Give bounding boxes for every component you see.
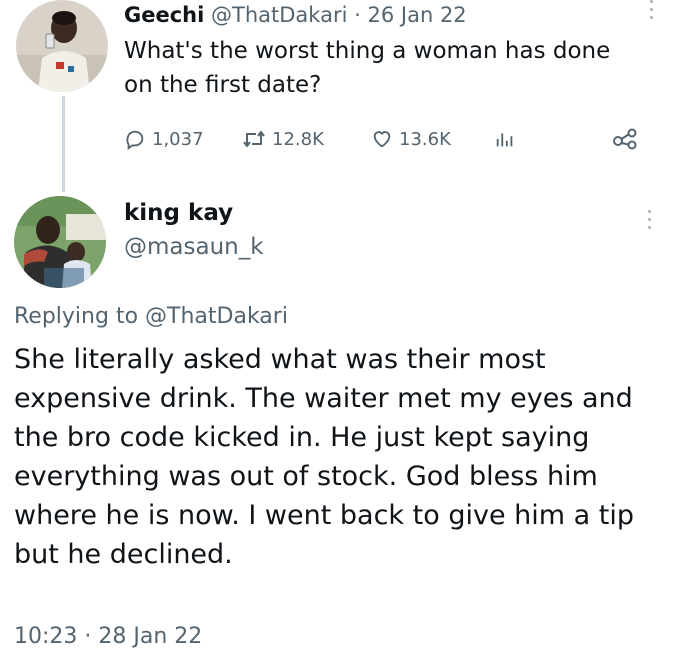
tweet-timestamp[interactable]: 10:23 · 28 Jan 22: [14, 622, 202, 652]
handle[interactable]: @masaun_k: [124, 232, 264, 262]
views-icon: [494, 128, 516, 150]
more-icon[interactable]: [648, 210, 654, 229]
reply-text: She literally asked what was their most …: [14, 344, 634, 570]
retweet-count: 12.8K: [272, 128, 324, 150]
thread-connector-line: [62, 96, 65, 192]
display-name[interactable]: king kay: [124, 198, 233, 228]
retweet-icon: [242, 128, 266, 150]
replying-prefix: Replying to: [14, 304, 139, 329]
tweet-time: 10:23: [14, 624, 78, 649]
reply-icon: [124, 128, 146, 150]
tweet-text: What's the worst thing a woman has done …: [124, 38, 611, 98]
tweet-header: Geechi @ThatDakari · 26 Jan 22: [124, 2, 467, 28]
separator: ·: [354, 3, 361, 27]
separator: ·: [84, 624, 92, 649]
like-icon: [371, 128, 393, 150]
display-name[interactable]: Geechi: [124, 3, 204, 27]
views-button[interactable]: [494, 124, 516, 154]
tweet-actions: 1,037 12.8K 13.6K: [124, 124, 664, 154]
retweet-button[interactable]: 12.8K: [242, 124, 324, 154]
avatar-king-kay[interactable]: [14, 196, 106, 288]
replying-to-mention[interactable]: @ThatDakari: [145, 304, 288, 329]
reply-count: 1,037: [152, 128, 204, 150]
avatar-geechi[interactable]: [16, 0, 108, 92]
share-button[interactable]: [612, 124, 638, 154]
share-icon: [612, 127, 638, 151]
replying-to-line: Replying to @ThatDakari: [14, 302, 288, 332]
like-count: 13.6K: [399, 128, 451, 150]
handle[interactable]: @ThatDakari: [211, 3, 347, 27]
tweet-date[interactable]: 26 Jan 22: [368, 3, 467, 27]
reply-button[interactable]: 1,037: [124, 124, 204, 154]
tweet-date: 28 Jan 22: [98, 624, 203, 649]
like-button[interactable]: 13.6K: [371, 124, 451, 154]
more-icon[interactable]: [650, 0, 656, 19]
